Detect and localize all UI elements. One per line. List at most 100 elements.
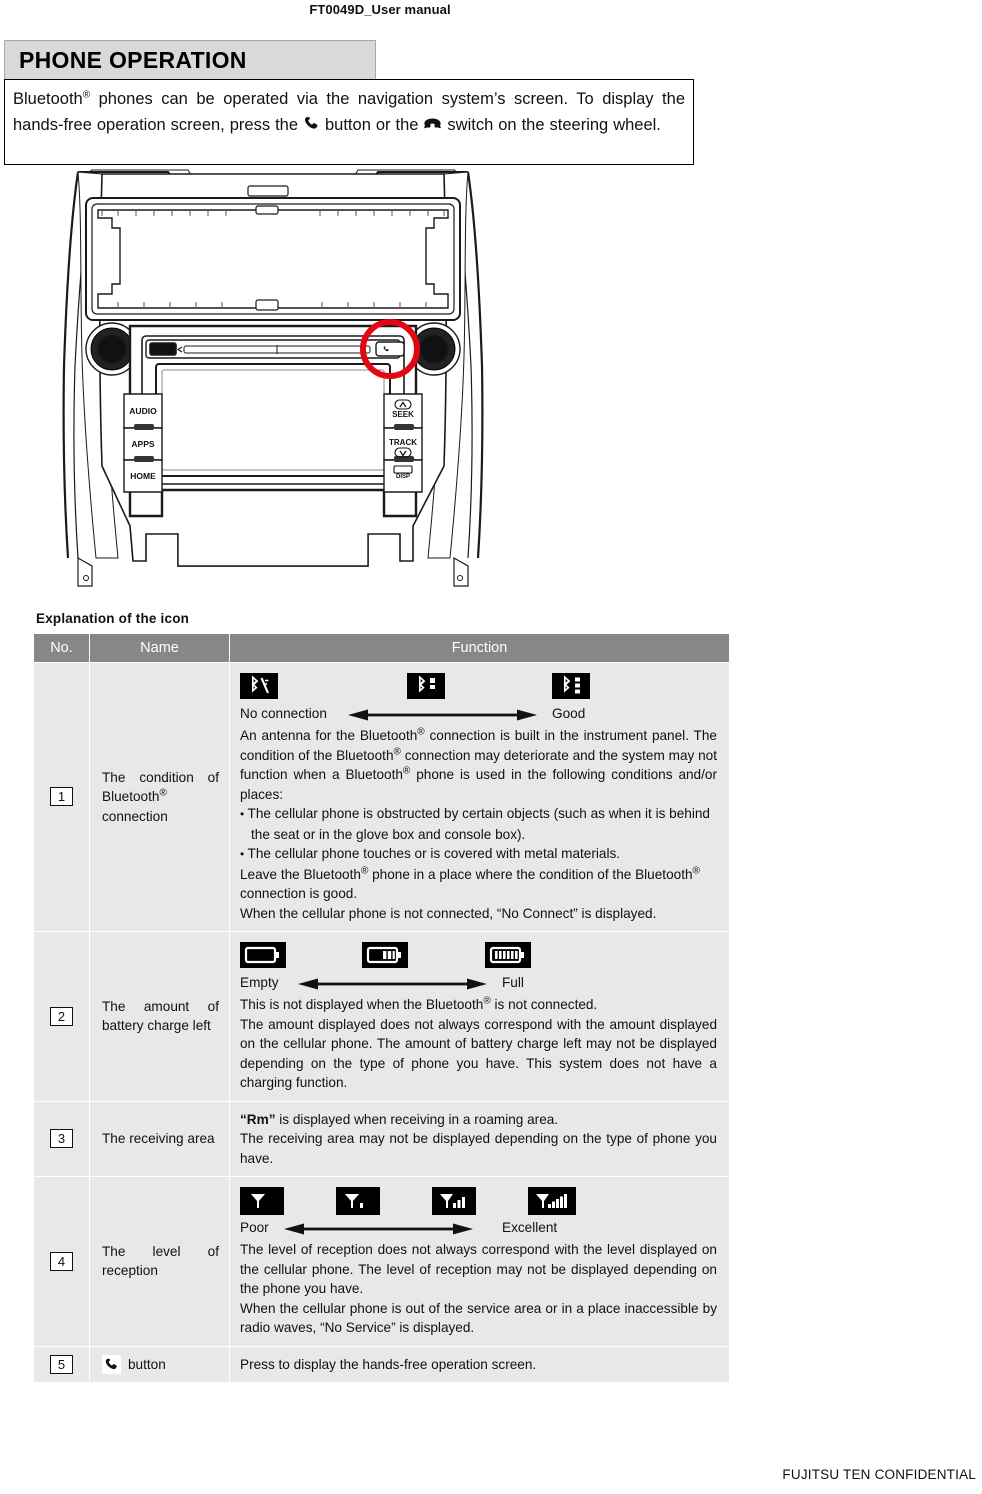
- manual-page: FT0049D_User manual PHONE OPERATION Blue…: [0, 0, 982, 1494]
- bluetooth-range-row: No connection Good: [240, 704, 717, 725]
- range-label-left: Empty: [240, 975, 279, 990]
- bluetooth-no-connection-icon: [240, 673, 278, 699]
- table-row: 4 The level of reception Poor Excellent …: [33, 1176, 730, 1347]
- dashboard-svg: AUDIO APPS HOME SEEK TRACK DISP: [62, 169, 484, 587]
- row-name-cell: button: [89, 1345, 230, 1383]
- function-paragraph: Leave the Bluetooth® phone in a place wh…: [240, 864, 700, 901]
- table-row: 1 The condition of Bluetooth® connection: [33, 662, 730, 932]
- dash-label-track: TRACK: [389, 438, 417, 447]
- signal-0-bars-icon: [240, 1187, 284, 1215]
- row-number-badge: 1: [50, 787, 73, 807]
- dash-label-apps: APPS: [131, 439, 154, 449]
- function-paragraph: This is not displayed when the Bluetooth…: [240, 995, 598, 1012]
- bullet-text: The cellular phone touches or is covered…: [247, 846, 621, 861]
- bluetooth-good-icon: [552, 673, 590, 699]
- function-paragraph: “Rm” is displayed when receiving in a ro…: [240, 1110, 717, 1130]
- table-row: 2 The amount of battery charge left Empt…: [33, 931, 730, 1102]
- row-name-text: button: [128, 1356, 166, 1372]
- dash-label-seek: SEEK: [392, 410, 414, 419]
- icon-explanation-table: No. Name Function 1 The condition of Blu…: [33, 634, 730, 1383]
- battery-full-icon: [485, 942, 531, 968]
- range-label-right: Excellent: [502, 1220, 558, 1235]
- dash-label-audio: AUDIO: [129, 406, 157, 416]
- row-number-cell: 2: [33, 931, 90, 1102]
- column-header-name: Name: [89, 634, 230, 663]
- registered-mark: ®: [159, 787, 167, 799]
- confidential-footer: FUJITSU TEN CONFIDENTIAL: [782, 1467, 976, 1482]
- intro-box: Bluetooth® phones can be operated via th…: [4, 79, 694, 165]
- row-function-cell: Press to display the hands-free operatio…: [229, 1345, 730, 1383]
- phone-button-name: button: [102, 1354, 219, 1375]
- signal-range-row: Poor Excellent: [240, 1218, 717, 1239]
- row-number-cell: 3: [33, 1100, 90, 1177]
- table-row: 3 The receiving area “Rm” is displayed w…: [33, 1100, 730, 1177]
- intro-paragraph: Bluetooth® phones can be operated via th…: [13, 86, 685, 140]
- bluetooth-fair-icon: [407, 673, 445, 699]
- bullet-dot: •: [240, 807, 248, 821]
- table-header-row: No. Name Function: [33, 634, 730, 663]
- battery-range-row: Empty Full: [240, 973, 717, 994]
- row-name-cell: The receiving area: [89, 1100, 230, 1177]
- row-number-cell: 5: [33, 1345, 90, 1383]
- battery-half-icon: [362, 942, 408, 968]
- row-number-badge: 4: [50, 1251, 73, 1271]
- signal-5-bars-icon: [528, 1187, 576, 1215]
- function-bullet: • The cellular phone touches or is cover…: [240, 844, 717, 865]
- section-header: PHONE OPERATION: [4, 40, 376, 79]
- intro-text-1: Bluetooth: [13, 90, 83, 108]
- dash-label-disp: DISP: [396, 474, 410, 480]
- function-paragraph: When the cellular phone is out of the se…: [240, 1300, 717, 1336]
- telephone-switch-icon: [423, 114, 442, 140]
- bluetooth-icon-strip: [240, 673, 717, 703]
- range-label-left: No connection: [240, 706, 327, 721]
- function-paragraph: The receiving area may not be displayed …: [240, 1131, 717, 1166]
- signal-3-bars-icon: [432, 1187, 476, 1215]
- row-name-cell: The amount of battery charge left: [89, 931, 230, 1102]
- handset-icon: [303, 114, 320, 140]
- double-arrow-icon: [282, 1222, 475, 1242]
- row-function-cell: Empty Full This is not displayed when th…: [229, 931, 730, 1102]
- intro-text-4: switch on the steering wheel.: [442, 116, 661, 134]
- column-header-no: No.: [33, 634, 90, 663]
- function-paragraph: Press to display the hands-free operatio…: [240, 1356, 537, 1372]
- row-name-cell: The condition of Bluetooth® connection: [89, 662, 230, 932]
- handset-icon: [102, 1354, 121, 1374]
- table-row: 5 button Press to display the hands-free…: [33, 1345, 730, 1383]
- row-number-badge: 2: [50, 1006, 73, 1026]
- function-paragraph: The level of reception does not always c…: [240, 1242, 717, 1296]
- bullet-text: The cellular phone is obstructed by cert…: [247, 806, 710, 842]
- explanation-caption: Explanation of the icon: [36, 611, 190, 626]
- battery-icon-strip: [240, 942, 717, 972]
- running-head: FT0049D_User manual: [309, 2, 451, 17]
- function-paragraph: An antenna for the Bluetooth® connection…: [240, 726, 718, 802]
- phone-button: [375, 341, 405, 357]
- function-text: is displayed when receiving in a roaming…: [275, 1111, 559, 1127]
- signal-1-bar-icon: [336, 1187, 380, 1215]
- row-name-text-2: connection: [102, 808, 168, 824]
- row-number-badge: 3: [50, 1129, 73, 1148]
- function-paragraph: The amount displayed does not always cor…: [240, 1016, 717, 1091]
- row-number-badge: 5: [50, 1354, 73, 1374]
- battery-empty-icon: [240, 942, 286, 968]
- range-label-left: Poor: [240, 1220, 269, 1235]
- double-arrow-icon: [296, 977, 489, 997]
- row-name-cell: The level of reception: [89, 1176, 230, 1347]
- dash-label-home: HOME: [130, 471, 156, 481]
- column-header-function: Function: [229, 634, 730, 663]
- roaming-indicator-label: “Rm”: [240, 1111, 276, 1127]
- range-label-right: Full: [502, 975, 524, 990]
- intro-text-3: button or the: [320, 116, 424, 134]
- dashboard-illustration: AUDIO APPS HOME SEEK TRACK DISP: [58, 166, 488, 596]
- function-bullet: • The cellular phone is obstructed by ce…: [240, 804, 717, 844]
- function-paragraph: When the cellular phone is not connected…: [240, 905, 657, 921]
- range-label-right: Good: [552, 706, 586, 721]
- row-function-cell: “Rm” is displayed when receiving in a ro…: [229, 1100, 730, 1177]
- double-arrow-icon: [346, 708, 539, 728]
- registered-mark: ®: [82, 89, 91, 101]
- page-title: PHONE OPERATION: [19, 46, 247, 73]
- signal-icon-strip: [240, 1187, 717, 1217]
- row-function-cell: Poor Excellent The level of reception do…: [229, 1176, 730, 1347]
- row-number-cell: 1: [33, 662, 90, 932]
- row-function-cell: No connection Good An antenna for the Bl…: [229, 662, 730, 932]
- row-number-cell: 4: [33, 1176, 90, 1347]
